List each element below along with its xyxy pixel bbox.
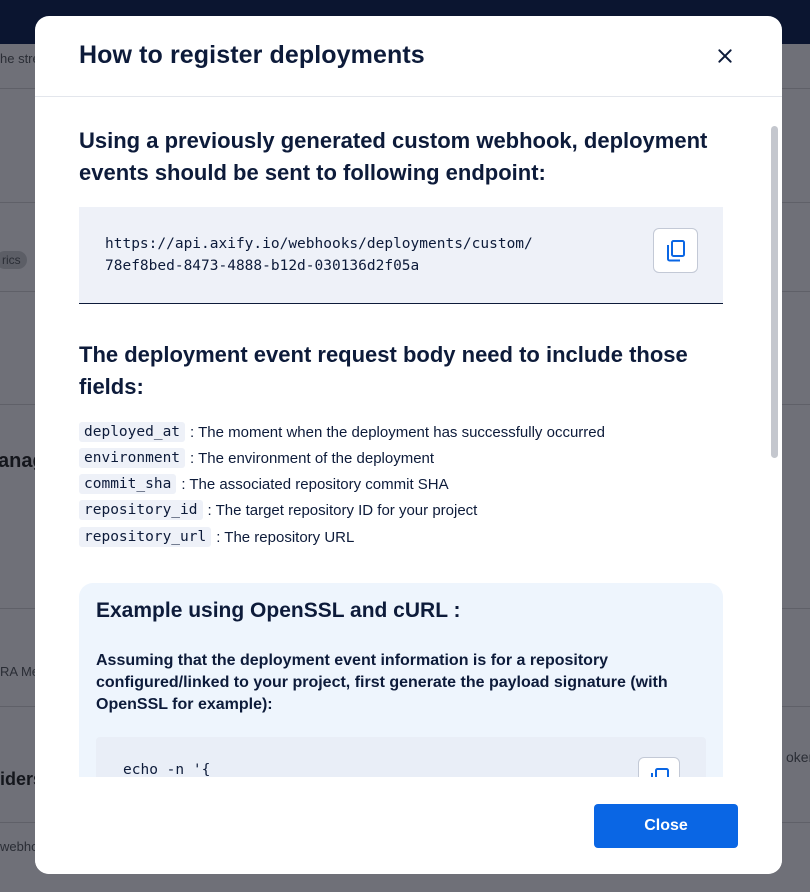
field-name: commit_sha [79, 474, 177, 494]
field-name: deployed_at [79, 422, 186, 442]
copy-endpoint-button[interactable] [653, 228, 698, 273]
field-item: environment : The environment of the dep… [79, 446, 434, 470]
endpoint-url: https://api.axify.io/webhooks/deployment… [105, 236, 533, 274]
background-text: oken [786, 749, 810, 765]
example-title: Example using OpenSSL and cURL : [96, 599, 461, 622]
example-section: Example using OpenSSL and cURL : Assumin… [79, 583, 723, 777]
background-chip: rics [0, 251, 27, 269]
copy-icon [651, 768, 669, 777]
modal-body[interactable]: Using a previously generated custom webh… [35, 97, 782, 777]
background-text: RA Me [0, 664, 40, 679]
fields-heading: The deployment event request body need t… [79, 342, 688, 399]
copy-icon [667, 240, 685, 262]
field-item: repository_id : The target repository ID… [79, 498, 477, 522]
field-name: repository_url [79, 527, 212, 547]
register-deployments-modal: How to register deployments Using a prev… [35, 16, 782, 874]
example-code: echo -n '{ [123, 762, 211, 777]
endpoint-code-box: https://api.axify.io/webhooks/deployment… [79, 207, 723, 304]
example-description: Assuming that the deployment event infor… [96, 652, 668, 713]
field-description: : The associated repository commit SHA [181, 475, 449, 493]
copy-example-button[interactable] [638, 757, 680, 777]
field-name: repository_id [79, 500, 203, 520]
field-item: repository_url : The repository URL [79, 525, 354, 549]
modal-title: How to register deployments [79, 41, 425, 69]
close-icon[interactable] [709, 40, 741, 72]
example-code-box: echo -n '{ [96, 737, 706, 777]
modal-header: How to register deployments [35, 16, 782, 97]
modal-footer: Close [35, 777, 782, 874]
field-description: : The repository URL [216, 528, 355, 546]
field-name: environment [79, 448, 186, 468]
endpoint-heading: Using a previously generated custom webh… [79, 128, 708, 185]
scrollbar-thumb[interactable] [771, 126, 778, 458]
field-description: : The environment of the deployment [190, 449, 435, 467]
close-button[interactable]: Close [594, 804, 738, 848]
background-text: webho [0, 839, 39, 854]
field-description: : The target repository ID for your proj… [207, 501, 478, 519]
modal-scrollbar[interactable] [768, 124, 781, 776]
field-description: : The moment when the deployment has suc… [190, 423, 605, 441]
field-item: deployed_at : The moment when the deploy… [79, 420, 605, 444]
field-item: commit_sha : The associated repository c… [79, 472, 449, 496]
